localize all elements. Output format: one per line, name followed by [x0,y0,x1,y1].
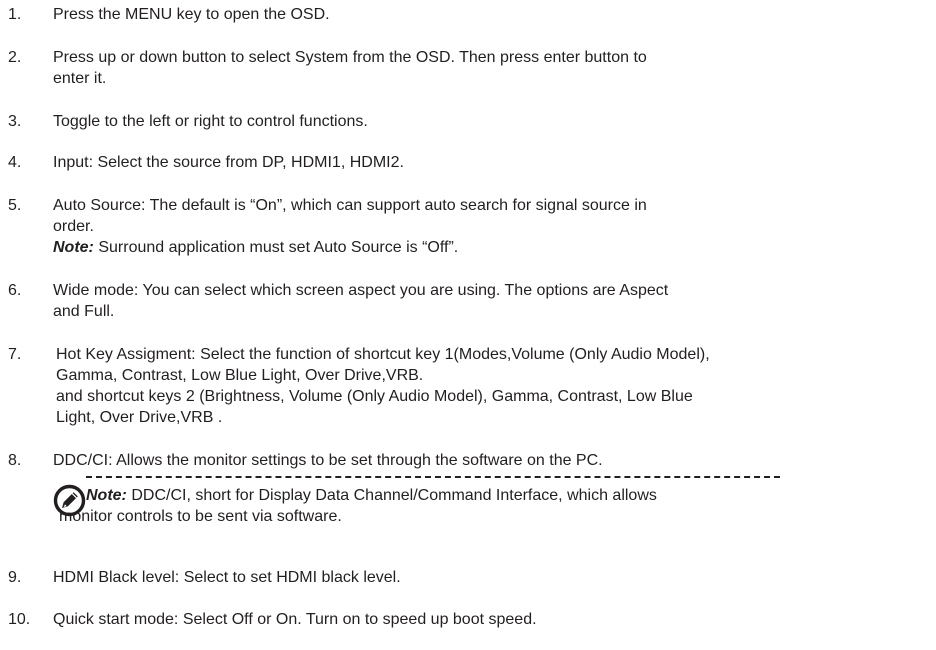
item-number: 8. [8,452,22,469]
item-line: and Full. [53,303,115,320]
item-number: 3. [8,113,22,130]
item-number: 4. [8,154,22,171]
item-text: Input: Select the source from DP, HDMI1,… [53,152,883,173]
note-line: Note: Surround application must set Auto… [53,237,883,258]
item-line: Gamma, Contrast, Low Blue Light, Over Dr… [56,367,424,384]
item-text: Toggle to the left or right to control f… [53,111,883,132]
item-number: 1. [8,6,22,23]
item-number: 2. [8,49,22,66]
item-text: Wide mode: You can select which screen a… [53,280,883,322]
note-label: Note: [53,239,94,256]
item-number: 5. [8,197,22,214]
note-label: Note: [86,487,127,504]
item-line: Light, Over Drive,VRB . [56,409,223,426]
note-text: Note: DDC/CI, short for Display Data Cha… [59,485,846,527]
item-line: Press up or down button to select System… [53,49,647,66]
item-text: Press the MENU key to open the OSD. [53,4,883,25]
item-text: Quick start mode: Select Off or On. Turn… [53,609,883,630]
item-number: 6. [8,282,22,299]
note-text: Surround application must set Auto Sourc… [93,239,459,256]
item-line: order. [53,218,94,235]
item-line: Quick start mode: Select Off or On. Turn… [53,611,537,628]
note-divider [86,476,780,478]
item-line: Hot Key Assigment: Select the function o… [56,346,710,363]
item-line: Input: Select the source from DP, HDMI1,… [53,154,404,171]
item-line: enter it. [53,70,107,87]
item-text: HDMI Black level: Select to set HDMI bla… [53,567,883,588]
item-number: 10. [8,611,31,628]
item-line: HDMI Black level: Select to set HDMI bla… [53,569,401,586]
item-number: 9. [8,569,22,586]
note-text: DDC/CI, short for Display Data Channel/C… [126,487,657,504]
item-line: Wide mode: You can select which screen a… [53,282,669,299]
item-line: DDC/CI: Allows the monitor settings to b… [53,452,603,469]
item-line: Press the MENU key to open the OSD. [53,6,330,23]
item-number: 7. [8,346,22,363]
note-line: Note: DDC/CI, short for Display Data Cha… [86,485,846,506]
note-line: monitor controls to be sent via software… [59,508,342,525]
item-line: and shortcut keys 2 (Brightness, Volume … [56,388,693,405]
item-text: Hot Key Assigment: Select the function o… [56,344,886,428]
item-line: Toggle to the left or right to control f… [53,113,368,130]
item-line: Auto Source: The default is “On”, which … [53,197,647,214]
item-text: DDC/CI: Allows the monitor settings to b… [53,450,883,471]
item-text: Press up or down button to select System… [53,47,883,89]
item-text: Auto Source: The default is “On”, which … [53,195,883,258]
